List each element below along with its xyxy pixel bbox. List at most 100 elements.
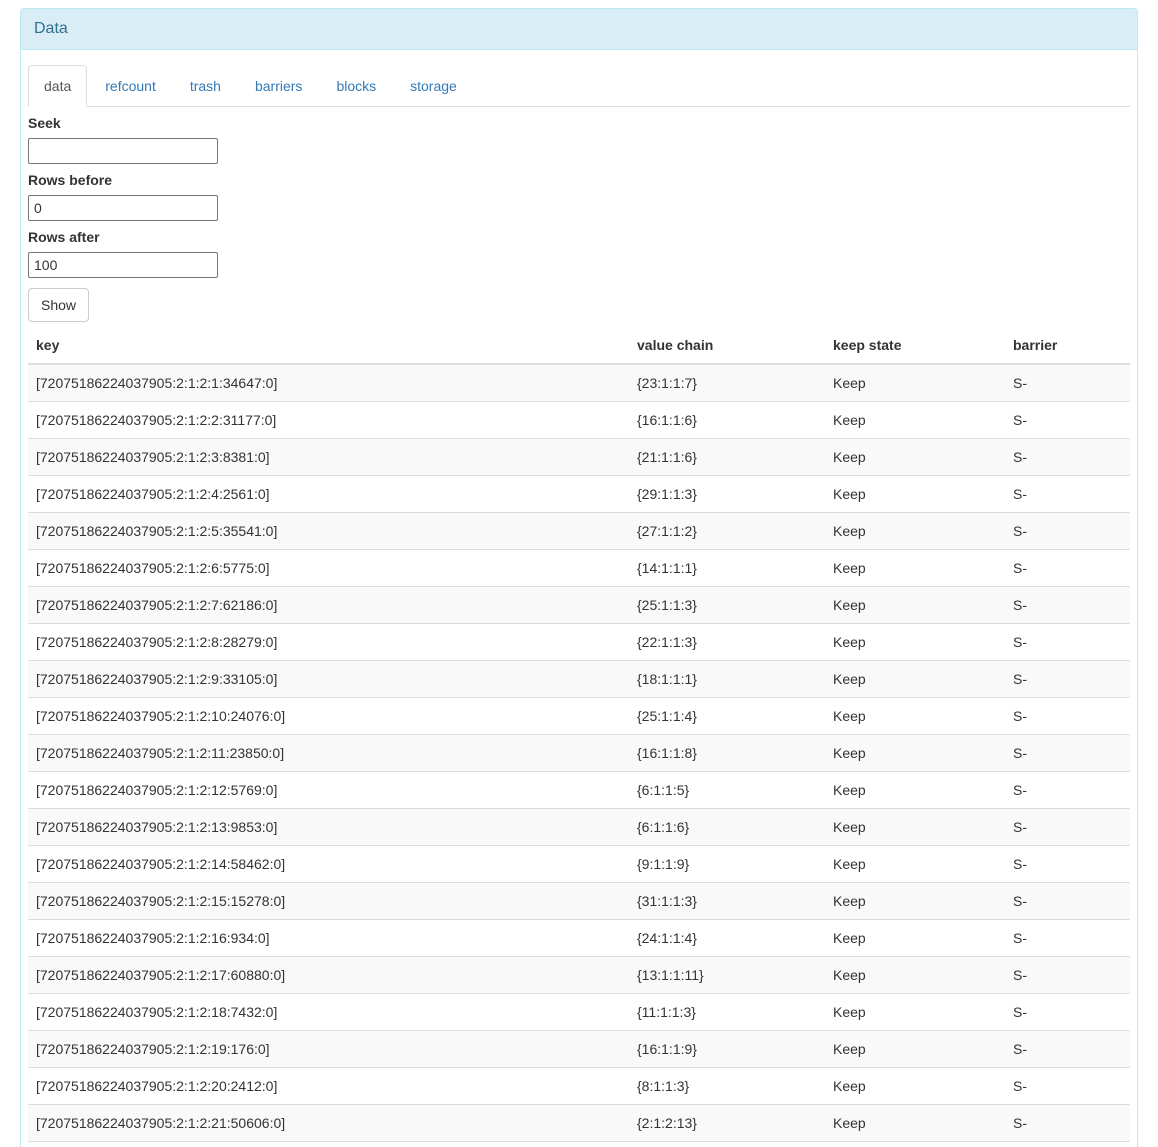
panel-heading: Data [21, 9, 1137, 50]
cell-value-chain: {11:1:1:3} [629, 994, 825, 1031]
seek-label: Seek [28, 113, 1130, 133]
tab-trash[interactable]: trash [174, 65, 237, 107]
cell-key: [72075186224037905:2:1:2:14:58462:0] [28, 846, 629, 883]
cell-barrier: S- [1005, 1105, 1130, 1142]
cell-keep-state: Keep [825, 364, 1005, 402]
table-body: [72075186224037905:2:1:2:1:34647:0] {23:… [28, 364, 1130, 1147]
cell-key: [72075186224037905:2:1:2:6:5775:0] [28, 550, 629, 587]
cell-barrier: S- [1005, 587, 1130, 624]
column-header-key: key [28, 327, 629, 364]
cell-value-chain: {8:1:1:3} [629, 1068, 825, 1105]
cell-barrier: S- [1005, 550, 1130, 587]
cell-value-chain: {14:1:1:1} [629, 550, 825, 587]
cell-keep-state: Keep [825, 476, 1005, 513]
table-row: [72075186224037905:2:1:2:11:23850:0] {16… [28, 735, 1130, 772]
cell-keep-state: Keep [825, 1105, 1005, 1142]
cell-key: [72075186224037905:2:1:2:8:28279:0] [28, 624, 629, 661]
panel-body: datarefcounttrashbarriersblocksstorage S… [21, 50, 1137, 1147]
cell-key: [72075186224037905:2:1:2:7:62186:0] [28, 587, 629, 624]
cell-value-chain: {16:1:1:8} [629, 735, 825, 772]
cell-keep-state: Keep [825, 1031, 1005, 1068]
tab-refcount[interactable]: refcount [89, 65, 172, 107]
cell-barrier: S- [1005, 920, 1130, 957]
data-panel: Data datarefcounttrashbarriersblocksstor… [20, 8, 1138, 1147]
table-row: [72075186224037905:2:1:2:21:50606:0] {2:… [28, 1105, 1130, 1142]
table-row: [72075186224037905:2:1:2:13:9853:0] {6:1… [28, 809, 1130, 846]
cell-barrier: S- [1005, 698, 1130, 735]
cell-key: [72075186224037905:2:1:2:15:15278:0] [28, 883, 629, 920]
cell-barrier: S- [1005, 402, 1130, 439]
cell-barrier: S- [1005, 846, 1130, 883]
cell-key: [72075186224037905:2:1:2:5:35541:0] [28, 513, 629, 550]
cell-barrier: S- [1005, 513, 1130, 550]
table-row: [72075186224037905:2:1:2:14:58462:0] {9:… [28, 846, 1130, 883]
cell-keep-state: Keep [825, 957, 1005, 994]
cell-keep-state: Keep [825, 513, 1005, 550]
cell-barrier: S- [1005, 735, 1130, 772]
cell-barrier: S- [1005, 957, 1130, 994]
table-header-row: key value chain keep state barrier [28, 327, 1130, 364]
table-row: [72075186224037905:2:1:2:18:7432:0] {11:… [28, 994, 1130, 1031]
cell-value-chain: {29:1:1:3} [629, 476, 825, 513]
show-button[interactable]: Show [28, 288, 89, 322]
column-header-barrier: barrier [1005, 327, 1130, 364]
table-row: [72075186224037905:2:1:2:8:28279:0] {22:… [28, 624, 1130, 661]
tab-barriers[interactable]: barriers [239, 65, 318, 107]
cell-key: [72075186224037905:2:1:2:11:23850:0] [28, 735, 629, 772]
cell-key: [72075186224037905:2:1:2:22:43764:0] [28, 1142, 629, 1147]
cell-keep-state: Keep [825, 1142, 1005, 1147]
cell-key: [72075186224037905:2:1:2:16:934:0] [28, 920, 629, 957]
cell-barrier: S- [1005, 476, 1130, 513]
table-row: [72075186224037905:2:1:2:19:176:0] {16:1… [28, 1031, 1130, 1068]
seek-form: Seek Rows before Rows after Show [28, 113, 1130, 322]
cell-barrier: S- [1005, 772, 1130, 809]
rows-before-label: Rows before [28, 170, 1130, 190]
cell-key: [72075186224037905:2:1:2:20:2412:0] [28, 1068, 629, 1105]
cell-barrier: S- [1005, 994, 1130, 1031]
tab-bar: datarefcounttrashbarriersblocksstorage [28, 65, 1130, 107]
tab-blocks[interactable]: blocks [320, 65, 392, 107]
cell-keep-state: Keep [825, 772, 1005, 809]
column-header-keep-state: keep state [825, 327, 1005, 364]
data-table: key value chain keep state barrier [7207… [28, 327, 1130, 1147]
cell-barrier: S- [1005, 809, 1130, 846]
cell-keep-state: Keep [825, 587, 1005, 624]
cell-barrier: S- [1005, 624, 1130, 661]
cell-keep-state: Keep [825, 994, 1005, 1031]
tab-data[interactable]: data [28, 65, 87, 107]
seek-input[interactable] [28, 138, 218, 164]
cell-key: [72075186224037905:2:1:2:19:176:0] [28, 1031, 629, 1068]
table-row: [72075186224037905:2:1:2:10:24076:0] {25… [28, 698, 1130, 735]
cell-key: [72075186224037905:2:1:2:12:5769:0] [28, 772, 629, 809]
rows-after-label: Rows after [28, 227, 1130, 247]
cell-keep-state: Keep [825, 624, 1005, 661]
cell-keep-state: Keep [825, 661, 1005, 698]
cell-key: [72075186224037905:2:1:2:9:33105:0] [28, 661, 629, 698]
cell-key: [72075186224037905:2:1:2:18:7432:0] [28, 994, 629, 1031]
cell-keep-state: Keep [825, 809, 1005, 846]
table-row: [72075186224037905:2:1:2:20:2412:0] {8:1… [28, 1068, 1130, 1105]
cell-key: [72075186224037905:2:1:2:10:24076:0] [28, 698, 629, 735]
table-row: [72075186224037905:2:1:2:6:5775:0] {14:1… [28, 550, 1130, 587]
cell-value-chain: {21:1:1:6} [629, 439, 825, 476]
cell-keep-state: Keep [825, 883, 1005, 920]
cell-value-chain: {25:1:1:3} [629, 587, 825, 624]
cell-barrier: S- [1005, 1031, 1130, 1068]
cell-key: [72075186224037905:2:1:2:17:60880:0] [28, 957, 629, 994]
rows-after-input[interactable] [28, 252, 218, 278]
table-row: [72075186224037905:2:1:2:3:8381:0] {21:1… [28, 439, 1130, 476]
cell-value-chain: {9:1:1:9} [629, 846, 825, 883]
cell-keep-state: Keep [825, 402, 1005, 439]
table-row: [72075186224037905:2:1:2:16:934:0] {24:1… [28, 920, 1130, 957]
table-row: [72075186224037905:2:1:2:2:31177:0] {16:… [28, 402, 1130, 439]
cell-value-chain: {31:1:1:3} [629, 883, 825, 920]
cell-value-chain: {11:1:1:11} [629, 1142, 825, 1147]
cell-barrier: S- [1005, 883, 1130, 920]
cell-value-chain: {18:1:1:1} [629, 661, 825, 698]
cell-barrier: S- [1005, 1068, 1130, 1105]
tab-storage[interactable]: storage [394, 65, 473, 107]
cell-value-chain: {25:1:1:4} [629, 698, 825, 735]
rows-before-input[interactable] [28, 195, 218, 221]
panel-title: Data [34, 20, 68, 37]
cell-keep-state: Keep [825, 846, 1005, 883]
